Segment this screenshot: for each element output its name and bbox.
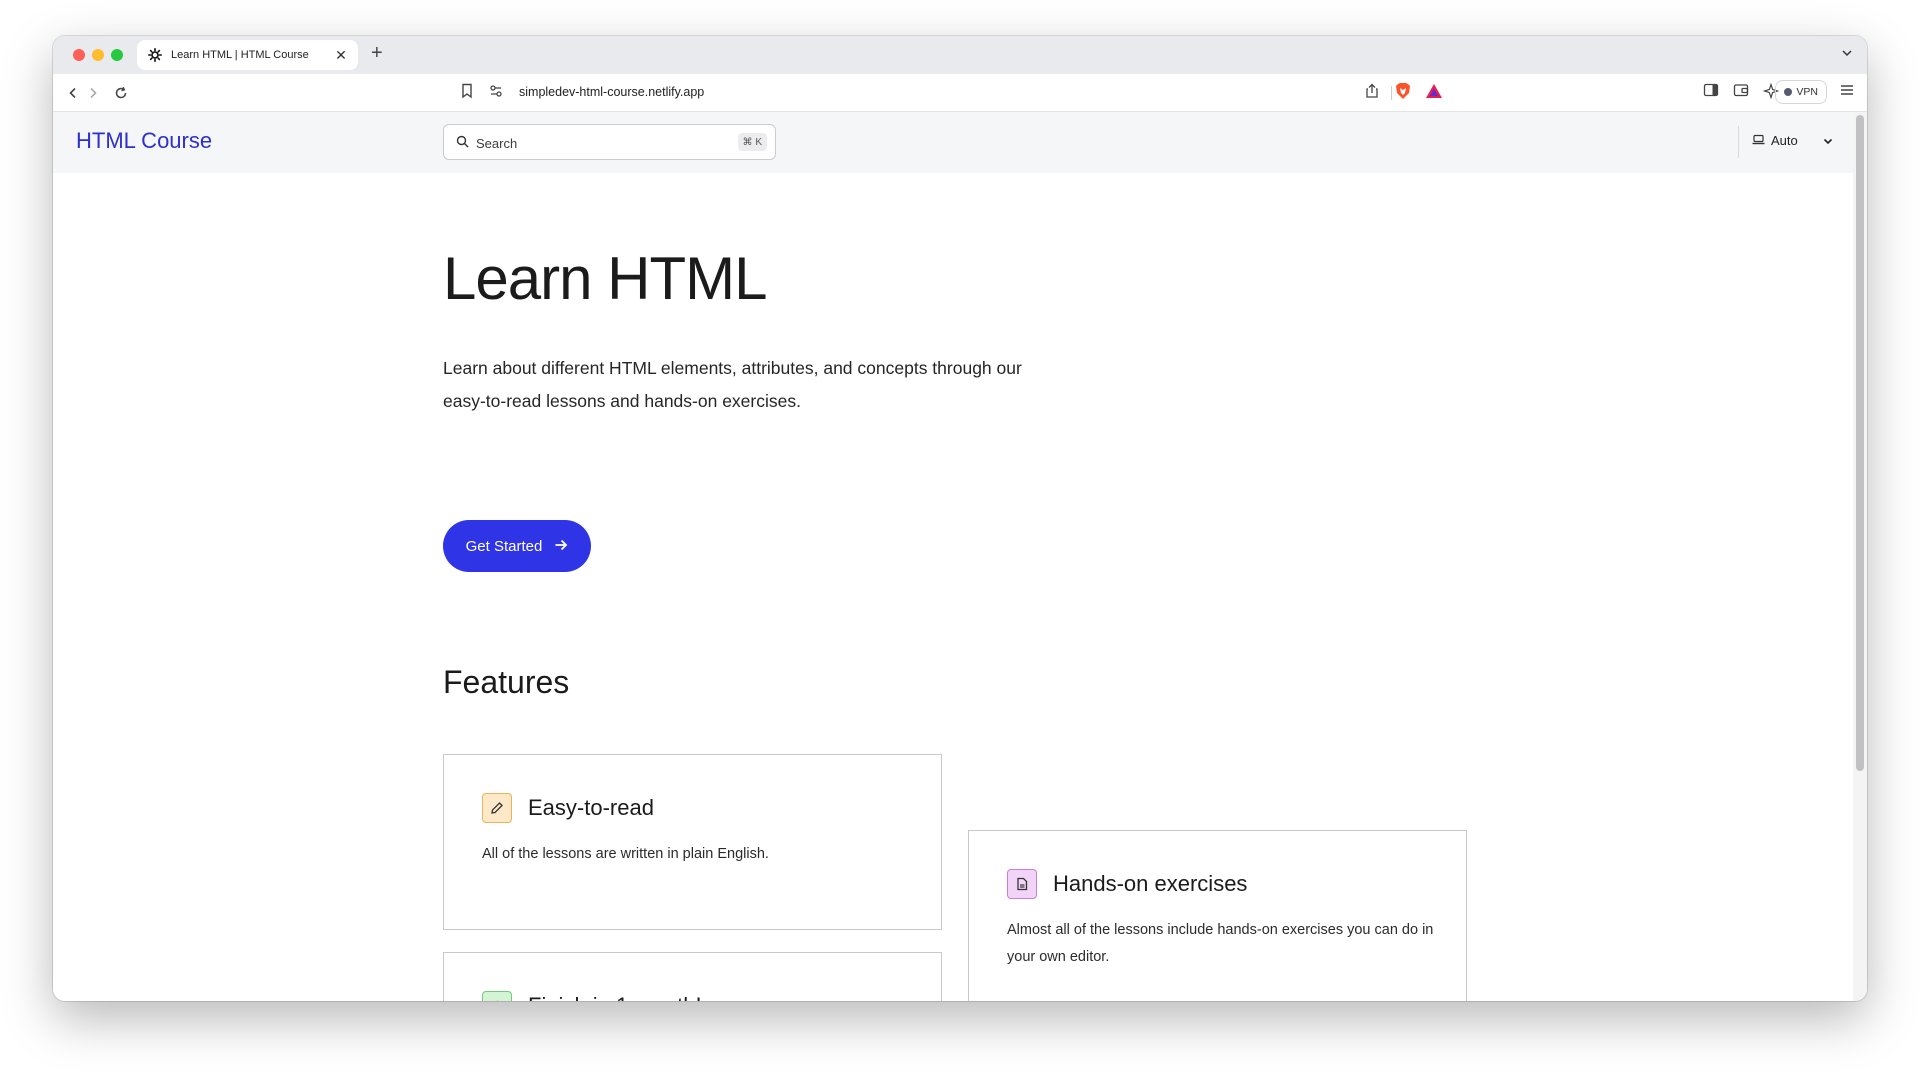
scrollbar-thumb[interactable] [1856,115,1864,771]
minimize-window-button[interactable] [92,49,104,61]
page-viewport: HTML Course Search ⌘ K Auto Learn HTML L… [53,112,1867,1001]
site-logo[interactable]: HTML Course [76,128,212,154]
gear-icon [482,991,512,1001]
vpn-status-icon [1784,88,1793,96]
feature-title: Hands-on exercises [1053,871,1248,896]
brave-rewards-icon[interactable] [1425,83,1443,104]
close-window-button[interactable] [73,49,85,61]
vpn-button[interactable]: VPN [1775,80,1827,104]
browser-toolbar: simpledev-html-course.netlify.app VPN [53,74,1867,112]
sidebar-icon[interactable] [1703,83,1719,97]
share-icon[interactable] [1365,83,1379,104]
wallet-icon[interactable] [1733,83,1749,97]
vpn-label: VPN [1796,86,1818,98]
laptop-icon [1752,133,1765,148]
feature-card-hands-on-exercises: Hands-on exercises Almost all of the les… [968,830,1467,1001]
search-icon [456,135,469,153]
reload-icon[interactable] [111,83,131,103]
get-started-button[interactable]: Get Started [443,520,591,572]
tab-title: Learn HTML | HTML Course [171,49,309,61]
site-header: HTML Course Search ⌘ K Auto [53,112,1853,173]
hero-description: Learn about different HTML elements, att… [443,358,1022,411]
features-heading: Features [443,664,570,700]
theme-select[interactable]: Auto [1752,133,1798,148]
feature-description: Almost all of the lessons include hands-… [1007,922,1434,965]
toolbar-divider [1391,86,1392,100]
brave-shields-icon[interactable] [1395,82,1411,105]
feature-title: Easy-to-read [528,795,654,820]
address-bar[interactable]: simpledev-html-course.netlify.app [449,78,1471,106]
feature-description: All of the lessons are written in plain … [482,846,769,862]
gear-sun-icon [147,47,163,63]
new-tab-button[interactable]: + [371,42,383,65]
arrow-right-icon [554,538,568,555]
search-placeholder: Search [476,136,518,151]
forward-icon[interactable] [83,83,103,103]
pencil-icon [482,793,512,823]
page-title: Learn HTML [443,245,767,312]
zoom-window-button[interactable] [111,49,123,61]
theme-label: Auto [1771,133,1798,148]
close-tab-icon[interactable]: ✕ [334,47,348,64]
search-input[interactable]: Search ⌘ K [443,124,776,160]
menu-icon[interactable] [1839,83,1855,97]
chevron-down-icon[interactable] [1841,46,1853,64]
feature-title: Finish in 1 month! [528,993,702,1001]
search-shortcut: ⌘ K [737,133,767,151]
feature-card-easy-to-read: Easy-to-read All of the lessons are writ… [443,754,942,930]
site-settings-icon[interactable] [489,84,503,103]
page-scrollbar[interactable] [1853,112,1867,1001]
url-text: simpledev-html-course.netlify.app [519,85,705,99]
bookmark-icon[interactable] [461,83,473,104]
feature-card-finish-in-1-month: Finish in 1 month! [443,952,942,1001]
header-divider [1738,126,1739,158]
back-icon[interactable] [63,83,83,103]
get-started-label: Get Started [465,537,543,555]
tab-bar: Learn HTML | HTML Course ✕ + [53,36,1867,74]
browser-window: Learn HTML | HTML Course ✕ + simpledev-h… [53,36,1867,1001]
chevron-down-icon[interactable] [1822,134,1834,152]
browser-tab[interactable]: Learn HTML | HTML Course ✕ [137,40,358,70]
document-icon [1007,869,1037,899]
